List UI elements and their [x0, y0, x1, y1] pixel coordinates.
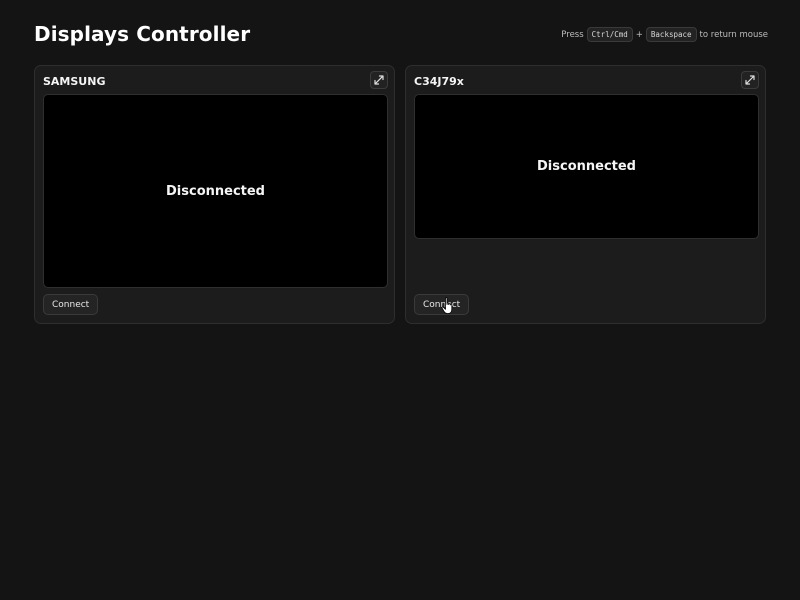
- expand-button[interactable]: [741, 71, 759, 89]
- hint-press: Press: [561, 29, 584, 40]
- display-screen[interactable]: Disconnected: [414, 94, 759, 239]
- display-panel-c34j79x: C34J79x Disconnected Connect: [405, 65, 766, 324]
- display-name: C34J79x: [414, 75, 464, 88]
- key-ctrl-cmd: Ctrl/Cmd: [586, 27, 633, 42]
- key-backspace: Backspace: [645, 27, 697, 42]
- display-panel-samsung: SAMSUNG Disconnected Connect: [34, 65, 395, 324]
- expand-icon: [745, 75, 755, 85]
- page-title: Displays Controller: [34, 22, 251, 46]
- hint-suffix: to return mouse: [699, 29, 768, 40]
- connect-button[interactable]: Connect: [414, 294, 470, 315]
- display-name: SAMSUNG: [43, 75, 106, 88]
- shortcut-hint: Press Ctrl/Cmd + Backspace to return mou…: [561, 27, 768, 42]
- expand-button[interactable]: [370, 71, 388, 89]
- display-screen[interactable]: Disconnected: [43, 94, 388, 288]
- connection-status: Disconnected: [166, 183, 265, 199]
- connection-status: Disconnected: [537, 159, 636, 174]
- connect-button[interactable]: Connect: [43, 294, 99, 315]
- header: Displays Controller Press Ctrl/Cmd + Bac…: [34, 22, 768, 52]
- hint-plus: +: [635, 29, 643, 40]
- expand-icon: [374, 75, 384, 85]
